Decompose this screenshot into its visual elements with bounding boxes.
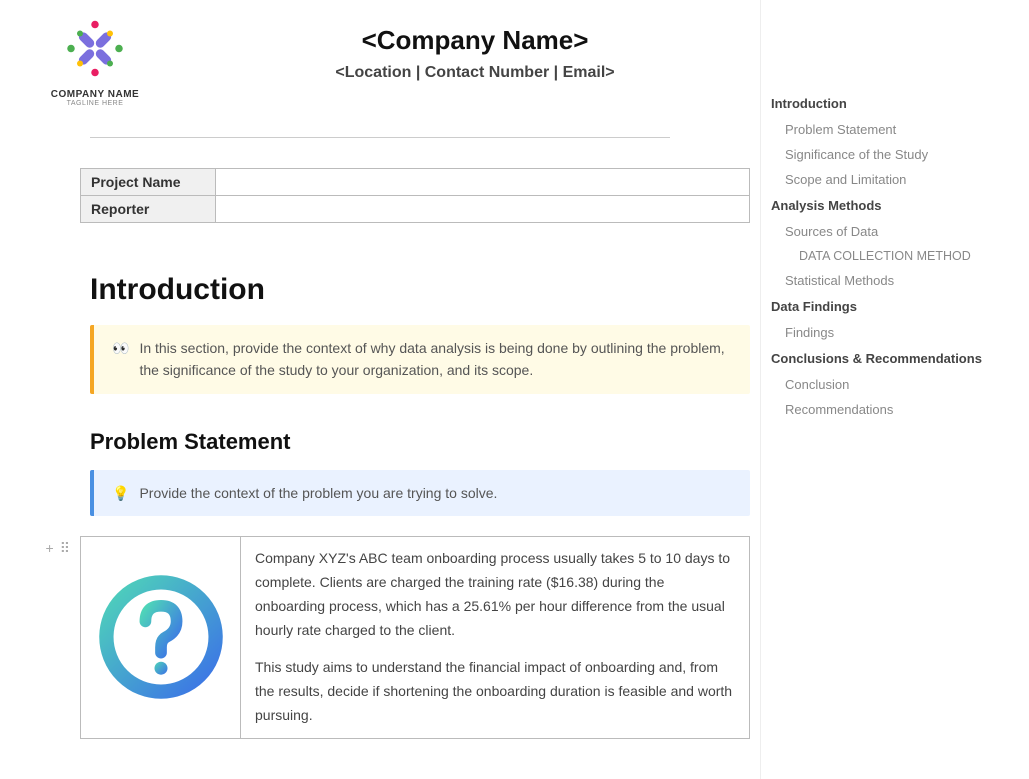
add-block-button[interactable]: + [46,540,54,739]
reporter-label: Reporter [81,196,216,223]
problem-callout-text: Provide the context of the problem you a… [139,482,497,504]
toc-item[interactable]: Sources of Data [771,219,1000,244]
meta-table: Project Name Reporter [80,168,750,223]
question-icon-cell [81,537,241,738]
problem-statement-heading[interactable]: Problem Statement [90,429,750,455]
intro-callout-text: In this section, provide the context of … [139,337,732,382]
table-row: Project Name [81,169,750,196]
toc-item[interactable]: Recommendations [771,397,1000,422]
logo-company-name: COMPANY NAME [20,89,170,100]
toc-item[interactable]: DATA COLLECTION METHOD [771,244,1000,268]
toc-item[interactable]: Scope and Limitation [771,167,1000,192]
bulb-icon: 💡 [112,482,129,504]
logo-tagline: TAGLINE HERE [20,100,170,107]
toc-item[interactable]: Conclusions & Recommendations [771,345,1000,372]
question-mark-icon [96,572,226,702]
intro-callout[interactable]: 👀 In this section, provide the context o… [90,325,750,394]
document-header: COMPANY NAME TAGLINE HERE <Company Name>… [0,20,760,107]
toc-item[interactable]: Problem Statement [771,117,1000,142]
toc-item[interactable]: Statistical Methods [771,268,1000,293]
block-gutter: + ⠿ [40,536,80,739]
title-block: <Company Name> <Location | Contact Numbe… [210,20,740,82]
eyes-icon: 👀 [112,337,129,359]
toc-item[interactable]: Introduction [771,90,1000,117]
page-subtitle[interactable]: <Location | Contact Number | Email> [210,64,740,82]
page-title[interactable]: <Company Name> [210,25,740,56]
drag-handle-icon[interactable]: ⠿ [60,540,70,739]
toc-item[interactable]: Data Findings [771,293,1000,320]
header-divider [90,137,670,138]
introduction-heading[interactable]: Introduction [90,273,750,307]
introduction-section: Introduction 👀 In this section, provide … [0,273,760,516]
reporter-value[interactable] [216,196,750,223]
project-name-value[interactable] [216,169,750,196]
project-name-label: Project Name [81,169,216,196]
problem-para-2: This study aims to understand the financ… [255,656,735,727]
problem-para-1: Company XYZ's ABC team onboarding proces… [255,547,735,642]
document-main: COMPANY NAME TAGLINE HERE <Company Name>… [0,0,760,779]
toc-item[interactable]: Significance of the Study [771,142,1000,167]
problem-callout[interactable]: 💡 Provide the context of the problem you… [90,470,750,516]
table-row: Reporter [81,196,750,223]
problem-content-box[interactable]: Company XYZ's ABC team onboarding proces… [80,536,750,739]
toc-item[interactable]: Analysis Methods [771,192,1000,219]
logo-block: COMPANY NAME TAGLINE HERE [20,20,170,107]
company-logo-icon [55,20,135,80]
problem-text-cell[interactable]: Company XYZ's ABC team onboarding proces… [241,537,749,738]
toc-sidebar: IntroductionProblem StatementSignificanc… [760,0,1010,779]
problem-content-row: + ⠿ Company XYZ's ABC team [0,536,760,739]
toc-item[interactable]: Conclusion [771,372,1000,397]
toc-item[interactable]: Findings [771,320,1000,345]
